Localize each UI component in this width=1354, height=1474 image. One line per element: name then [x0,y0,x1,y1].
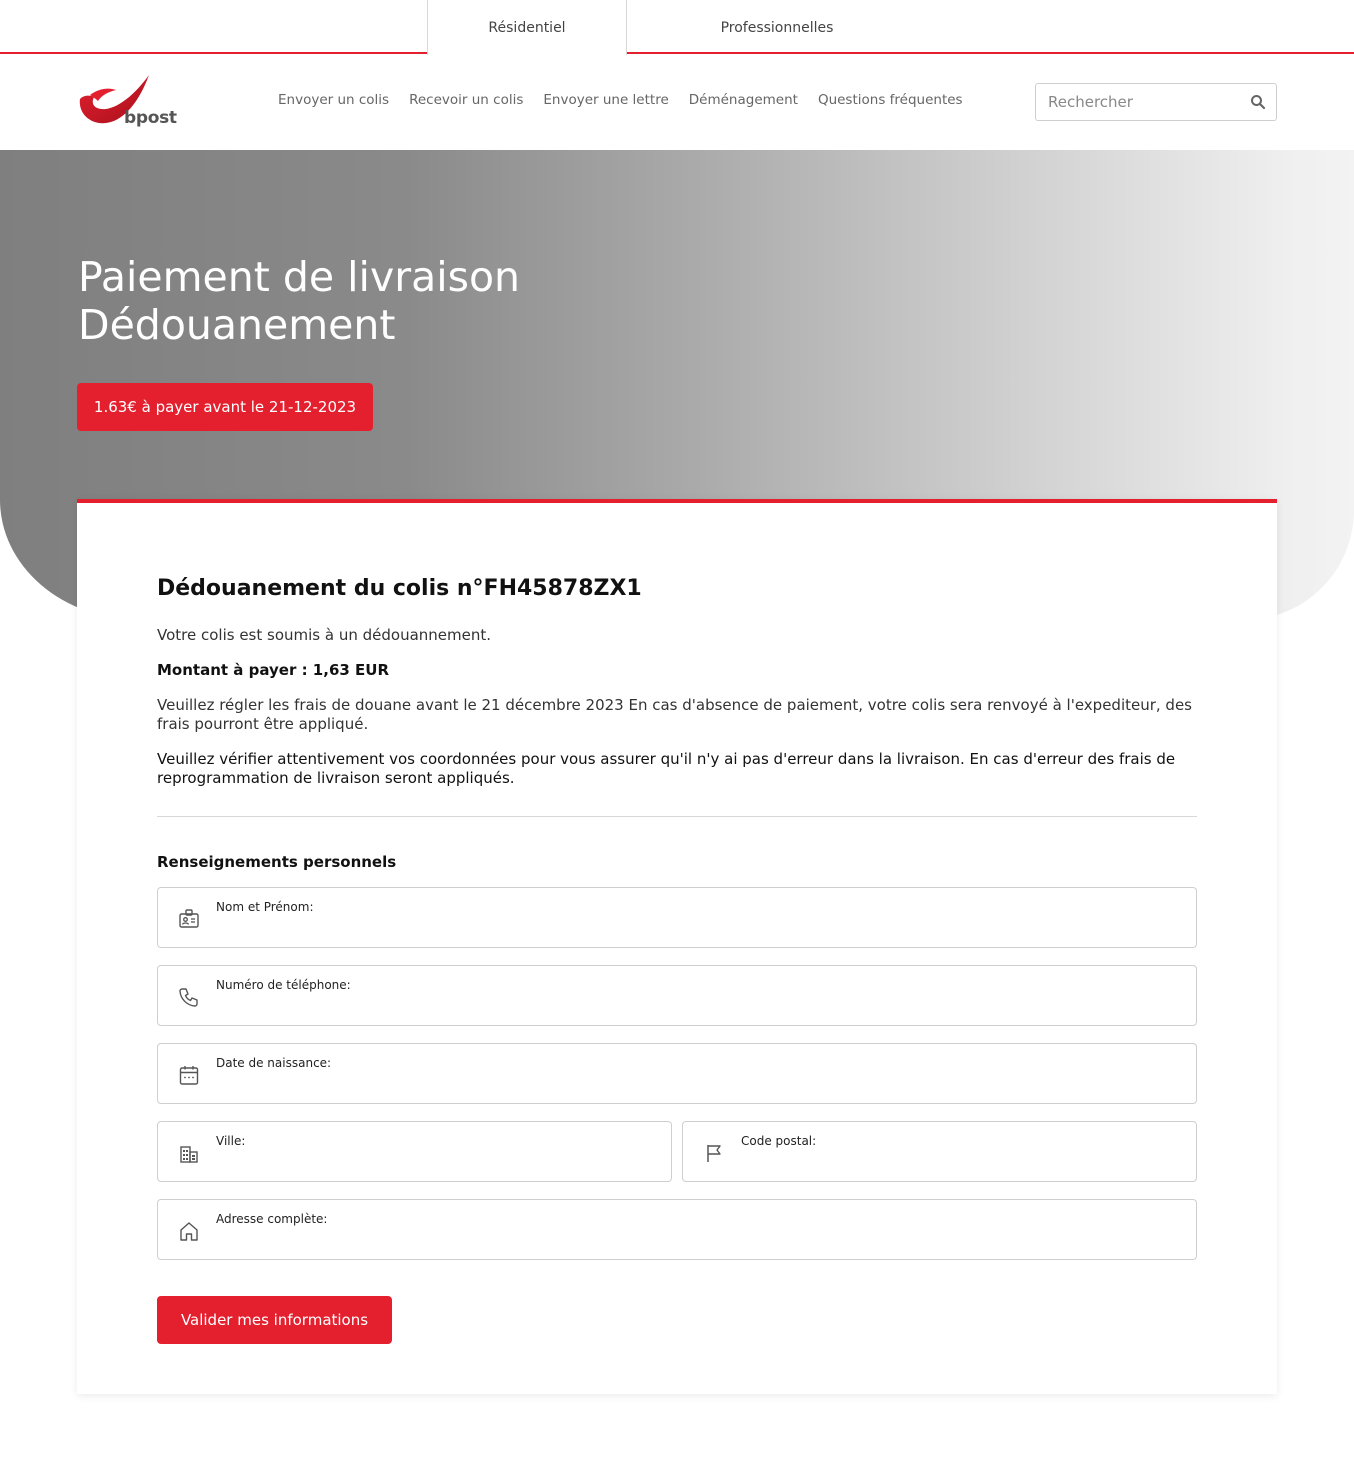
amount-due: Montant à payer : 1,63 EUR [157,661,390,679]
page-title-line2: Dédouanement [78,301,396,349]
customs-card: Dédouanement du colis n°FH45878ZX1 Votre… [77,499,1277,1394]
nav-receive-parcel[interactable]: Recevoir un colis [409,92,523,108]
page-title: Paiement de livraison Dédouanement [78,253,520,349]
verify-details-text: Veuillez vérifier attentivement vos coor… [157,750,1176,787]
city-label: Ville: [216,1134,246,1148]
dob-label: Date de naissance: [216,1056,332,1070]
search-input[interactable] [1036,84,1246,120]
payment-deadline-text: Veuillez régler les frais de douane avan… [157,696,1192,733]
nav-send-parcel[interactable]: Envoyer un colis [278,92,389,108]
phone-input[interactable] [216,996,1184,1020]
calendar-icon [179,1066,199,1085]
section-title: Renseignements personnels [157,853,397,871]
bpost-logo[interactable]: bpost [76,73,186,133]
pay-amount-button[interactable]: 1.63€ à payer avant le 21-12-2023 [77,383,373,431]
logo-text: bpost [124,108,177,128]
submit-button[interactable]: Valider mes informations [157,1296,392,1344]
flag-icon [707,1145,721,1162]
nav-send-letter[interactable]: Envoyer une lettre [543,92,668,108]
zip-input[interactable] [741,1152,1184,1176]
building-icon [180,1146,198,1163]
search-box [1035,83,1277,121]
phone-field[interactable]: Numéro de téléphone: [157,965,1197,1026]
nav-moving[interactable]: Déménagement [689,92,798,108]
address-label: Adresse complète: [216,1212,328,1226]
site-header: bpost Envoyer un colis Recevoir un colis… [0,55,1354,150]
name-label: Nom et Prénom: [216,900,314,914]
name-field[interactable]: Nom et Prénom: [157,887,1197,948]
top-tabs: Résidentiel Professionnelles [0,0,1354,55]
dob-field[interactable]: Date de naissance: [157,1043,1197,1104]
tab-residential[interactable]: Résidentiel [427,0,627,55]
zip-field[interactable]: Code postal: [682,1121,1197,1182]
phone-label: Numéro de téléphone: [216,978,351,992]
address-field[interactable]: Adresse complète: [157,1199,1197,1260]
search-icon[interactable] [1250,94,1266,110]
city-input[interactable] [216,1152,659,1176]
dob-input[interactable] [216,1074,1184,1098]
zip-label: Code postal: [741,1134,817,1148]
tab-professional[interactable]: Professionnelles [677,0,877,55]
name-input[interactable] [216,918,1184,942]
phone-icon [179,988,198,1007]
id-card-icon [179,909,199,928]
card-heading: Dédouanement du colis n°FH45878ZX1 [157,576,642,601]
address-input[interactable] [216,1230,1184,1254]
main-nav: Envoyer un colis Recevoir un colis Envoy… [278,92,963,108]
home-icon [180,1222,198,1241]
tab-underline-left [0,52,428,54]
nav-faq[interactable]: Questions fréquentes [818,92,963,108]
city-field[interactable]: Ville: [157,1121,672,1182]
divider [157,816,1197,817]
page-title-line1: Paiement de livraison [78,253,521,301]
customs-notice: Votre colis est soumis à un dédouannemen… [157,626,492,644]
